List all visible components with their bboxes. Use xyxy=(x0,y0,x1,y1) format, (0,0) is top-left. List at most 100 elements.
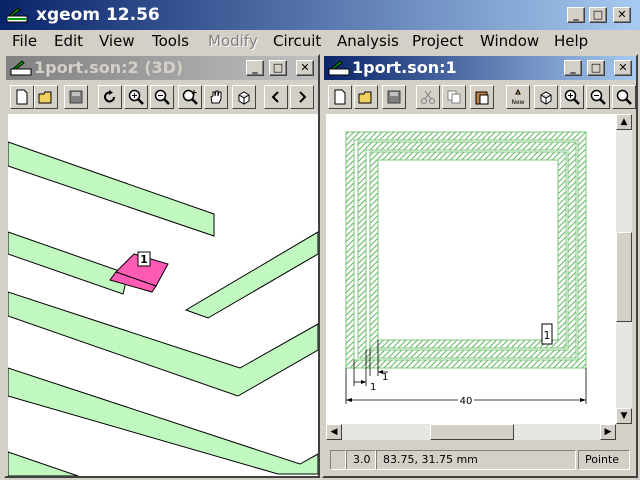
vertical-scrollbar[interactable]: ▲ ▼ xyxy=(616,114,632,424)
scroll-left-button[interactable]: ◀ xyxy=(326,424,342,440)
new-file-icon xyxy=(16,89,28,105)
window-3d-maximize-button[interactable]: □ xyxy=(269,60,287,76)
chevron-left-icon xyxy=(271,91,279,103)
scroll-up-button[interactable]: ▲ xyxy=(616,114,632,130)
menu-view[interactable]: View xyxy=(99,32,135,50)
window-3d-toolbar xyxy=(6,82,318,112)
window-2d-close-button[interactable]: ✕ xyxy=(614,60,632,76)
scroll-right-button[interactable]: ▶ xyxy=(600,424,616,440)
save-icon xyxy=(69,90,83,104)
window-2d-maximize-button[interactable]: □ xyxy=(587,60,605,76)
status-coordinates: 83.75, 31.75 mm xyxy=(376,450,576,470)
window-2d-toolbar: New xyxy=(324,82,636,112)
metal-trace xyxy=(8,291,318,397)
save-button[interactable] xyxy=(382,85,406,109)
new-element-button[interactable]: New xyxy=(506,85,530,109)
zoom-out-icon xyxy=(154,89,170,105)
window-3d: 1port.son:2 (3D) _ □ ✕ 1 xyxy=(4,54,320,478)
open-folder-icon xyxy=(358,91,372,104)
view-3d-canvas[interactable]: 1 xyxy=(8,114,318,476)
open-folder-icon xyxy=(38,91,52,104)
minimize-button[interactable]: _ xyxy=(567,7,585,23)
menu-edit[interactable]: Edit xyxy=(54,32,83,50)
status-bar: 3.0 83.75, 31.75 mm Pointe xyxy=(324,448,634,472)
cube-icon xyxy=(540,91,552,105)
menu-help[interactable]: Help xyxy=(554,32,588,50)
paste-button[interactable] xyxy=(470,85,494,109)
horizontal-scroll-thumb[interactable] xyxy=(430,424,514,440)
zoom-box-icon xyxy=(616,89,632,105)
save-icon xyxy=(387,90,401,104)
vertical-scroll-thumb[interactable] xyxy=(616,232,632,322)
zoom-out-button[interactable] xyxy=(586,85,610,109)
menu-tools[interactable]: Tools xyxy=(152,32,189,50)
window-3d-title: 1port.son:2 (3D) xyxy=(34,58,184,77)
menu-circuit[interactable]: Circuit xyxy=(273,32,321,50)
horizontal-scrollbar[interactable]: ◀ ▶ xyxy=(326,424,616,440)
zoom-in-button[interactable] xyxy=(560,85,584,109)
maximize-button[interactable]: □ xyxy=(589,7,607,23)
status-zoom: 3.0 xyxy=(346,450,376,470)
zoom-box-button[interactable] xyxy=(612,85,636,109)
menu-modify[interactable]: Modify xyxy=(208,32,258,50)
hand-icon xyxy=(210,90,222,104)
rotate-icon xyxy=(104,90,115,103)
xgeom-window-icon xyxy=(10,60,32,76)
cube-icon xyxy=(238,91,250,105)
window-2d-title: 1port.son:1 xyxy=(352,58,457,77)
window-3d-titlebar[interactable]: 1port.son:2 (3D) _ □ ✕ xyxy=(6,56,318,80)
spiral-turn-middle xyxy=(358,142,576,358)
new-element-icon: New xyxy=(511,89,525,105)
open-file-button[interactable] xyxy=(34,85,58,109)
metal-trace xyxy=(184,231,318,319)
close-button[interactable]: ✕ xyxy=(613,7,631,23)
box-view-button[interactable] xyxy=(534,85,558,109)
status-mode: Pointe xyxy=(578,450,630,470)
chevron-right-icon xyxy=(299,91,307,103)
window-3d-minimize-button[interactable]: _ xyxy=(246,60,264,76)
cut-button[interactable] xyxy=(416,85,440,109)
new-file-button[interactable] xyxy=(10,85,34,109)
zoom-in-icon xyxy=(564,89,580,105)
port-label: 1 xyxy=(140,253,148,266)
dimension-label-small: 1 xyxy=(382,372,388,383)
box-view-button[interactable] xyxy=(232,85,256,109)
menu-analysis[interactable]: Analysis xyxy=(337,32,399,50)
scissors-icon xyxy=(421,90,435,104)
window-2d: 1port.son:1 _ □ ✕ New 1 1 1 40 ▲ ▼ ◀ ▶ xyxy=(322,54,638,478)
scroll-down-button[interactable]: ▼ xyxy=(616,408,632,424)
new-file-icon xyxy=(334,89,346,105)
open-file-button[interactable] xyxy=(354,85,378,109)
zoom-box-button[interactable] xyxy=(178,85,202,109)
layout-2d-canvas[interactable]: 1 1 1 40 xyxy=(326,114,616,424)
zoom-out-icon xyxy=(590,89,606,105)
menu-bar: File Edit View Tools Modify Circuit Anal… xyxy=(0,30,640,52)
window-2d-titlebar[interactable]: 1port.son:1 _ □ ✕ xyxy=(324,56,636,80)
copy-button[interactable] xyxy=(442,85,466,109)
metal-trace xyxy=(8,451,79,476)
menu-project[interactable]: Project xyxy=(412,32,463,50)
pan-button[interactable] xyxy=(204,85,228,109)
menu-file[interactable]: File xyxy=(12,32,37,50)
window-3d-close-button[interactable]: ✕ xyxy=(296,60,314,76)
previous-button[interactable] xyxy=(264,85,288,109)
dimension-label-small: 1 xyxy=(370,382,376,393)
spiral-turn-inner xyxy=(370,152,566,348)
zoom-out-button[interactable] xyxy=(150,85,174,109)
xgeom-app-icon[interactable] xyxy=(6,6,28,24)
metal-trace xyxy=(8,367,318,475)
port-label: 1 xyxy=(544,329,551,342)
next-button[interactable] xyxy=(290,85,314,109)
zoom-in-button[interactable] xyxy=(124,85,148,109)
new-file-button[interactable] xyxy=(328,85,352,109)
metal-trace xyxy=(8,231,129,295)
rotate-button[interactable] xyxy=(98,85,122,109)
app-titlebar: xgeom 12.56 _ □ ✕ xyxy=(0,0,640,30)
metal-trace xyxy=(8,141,215,237)
status-cell-empty xyxy=(330,450,346,470)
menu-window[interactable]: Window xyxy=(480,32,539,50)
svg-text:New: New xyxy=(511,99,524,105)
clipboard-icon xyxy=(475,91,489,105)
window-2d-minimize-button[interactable]: _ xyxy=(564,60,582,76)
save-button[interactable] xyxy=(64,85,88,109)
